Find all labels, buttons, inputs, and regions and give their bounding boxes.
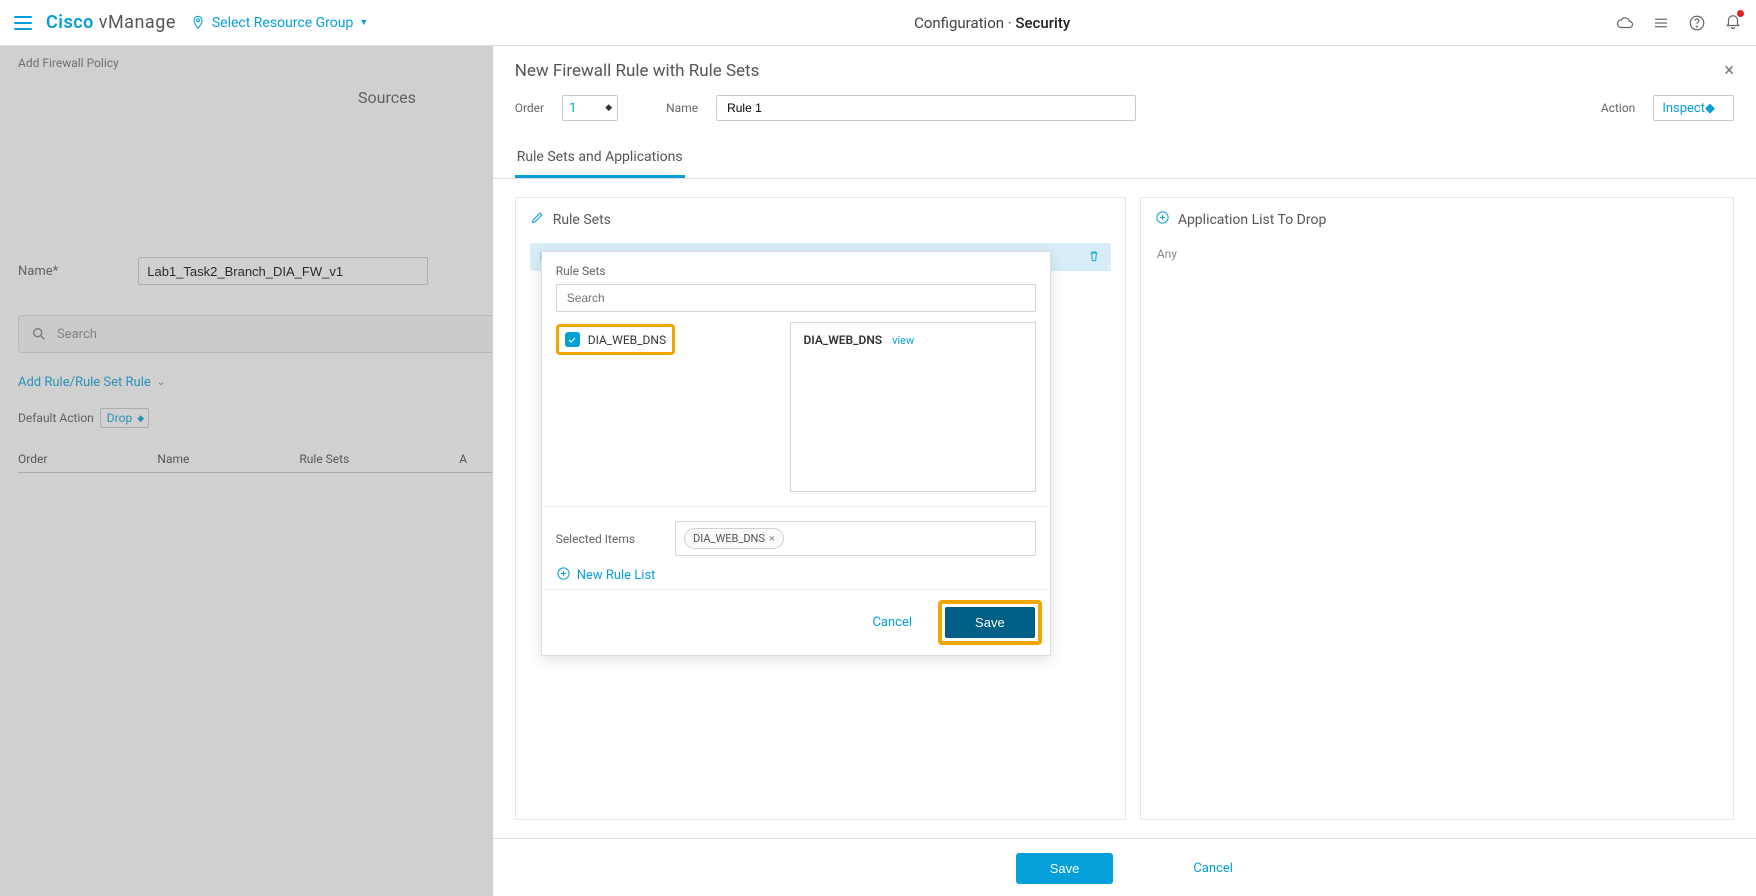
caret-down-icon: ▼ [359,17,368,28]
plus-circle-icon-2 [556,566,571,585]
topbar-right [1616,12,1742,34]
sheet-save-label: Save [1050,861,1080,876]
sheet-body: Rule Sets DIA_WEB_DNS Application List T… [493,179,1756,838]
cloud-icon[interactable] [1616,14,1634,32]
action-value: Inspect [1662,101,1705,116]
sheet-cancel-label: Cancel [1193,861,1233,876]
breadcrumb-page: Security [1015,14,1070,32]
selected-pill-label: DIA_WEB_DNS [693,532,765,545]
preview-view-link[interactable]: view [892,334,914,347]
sheet-form: Order 1 ◆ Name Action Inspect ◆ [493,87,1756,135]
sheet: New Firewall Rule with Rule Sets × Order… [492,46,1756,896]
popover-title: Rule Sets [556,264,1036,278]
plus-circle-icon[interactable] [1155,210,1170,229]
pencil-icon[interactable] [530,210,545,229]
sheet-footer: Save Cancel [493,838,1756,896]
rule-sets-title: Rule Sets [553,212,611,228]
checkbox-checked[interactable] [565,332,580,347]
popover-item-label: DIA_WEB_DNS [588,333,666,347]
new-rule-list-label: New Rule List [577,568,656,583]
popover-save-label: Save [975,615,1005,630]
ruleset-picker-popover: Rule Sets DIA_WEB_DNS DIA_WEB_DNS view S… [541,251,1051,656]
help-icon[interactable] [1688,14,1706,32]
menu-icon[interactable] [14,16,32,30]
popover-cancel-label: Cancel [872,615,912,630]
sheet-header: New Firewall Rule with Rule Sets × [493,46,1756,87]
sheet-save-button[interactable]: Save [1016,853,1114,884]
popover-cancel-button[interactable]: Cancel [872,615,912,630]
sheet-title: New Firewall Rule with Rule Sets [515,61,760,81]
popover-actions: Cancel Save [542,589,1050,655]
new-rule-list-link[interactable]: New Rule List [542,556,1050,589]
preview-name: DIA_WEB_DNS [803,333,882,347]
selected-pill: DIA_WEB_DNS × [684,528,784,549]
app-list-panel: Application List To Drop Any [1140,197,1734,820]
popover-save-button[interactable]: Save [945,607,1035,638]
resource-group-label: Select Resource Group [212,15,353,31]
order-value: 1 [569,101,576,116]
popover-preview: DIA_WEB_DNS view [790,322,1035,492]
trash-icon[interactable] [1087,249,1101,266]
lines-icon[interactable] [1652,14,1670,32]
rule-sets-header: Rule Sets [530,210,1111,229]
popover-body: DIA_WEB_DNS DIA_WEB_DNS view [542,312,1050,492]
tabbar: Rule Sets and Applications [493,141,1756,179]
sort-icon-2: ◆ [1705,101,1715,116]
breadcrumb: Configuration · Security [914,14,1070,32]
tab-rulesets-applications[interactable]: Rule Sets and Applications [515,141,685,178]
notifications[interactable] [1724,12,1742,34]
brand-bold: Cisco [46,12,94,33]
popover-item-dia-web-dns[interactable]: DIA_WEB_DNS [556,324,675,355]
rule-name-input[interactable] [716,95,1136,121]
selected-items-row: Selected Items DIA_WEB_DNS × [542,506,1050,556]
popover-search-input[interactable] [556,284,1036,312]
popover-list: DIA_WEB_DNS [556,322,777,492]
app-list-title: Application List To Drop [1178,212,1327,228]
topbar-left: Cisco vManage Select Resource Group ▼ [14,12,368,33]
brand: Cisco vManage [46,12,176,33]
sort-icon: ◆ [605,103,612,113]
topbar: Cisco vManage Select Resource Group ▼ Co… [0,0,1756,46]
rule-name-label: Name [666,101,698,115]
selected-items-box: DIA_WEB_DNS × [675,521,1036,556]
tab-label: Rule Sets and Applications [517,149,683,165]
order-label: Order [515,101,544,115]
brand-light: vManage [99,12,176,33]
action-select[interactable]: Inspect ◆ [1653,95,1734,121]
breadcrumb-section: Configuration [914,14,1004,32]
sheet-cancel-button[interactable]: Cancel [1193,861,1233,876]
resource-group-dropdown[interactable]: Select Resource Group ▼ [190,15,368,31]
close-icon[interactable]: × [1724,60,1734,81]
app-list-header: Application List To Drop [1155,210,1719,229]
order-select[interactable]: 1 ◆ [562,95,618,121]
popover-save-highlight: Save [938,600,1042,645]
selected-items-label: Selected Items [556,532,635,546]
pin-icon [190,15,206,31]
remove-pill-icon[interactable]: × [769,532,775,545]
rule-name-label-wrap: Name [666,101,698,115]
notification-dot [1737,10,1744,17]
action-label: Action [1601,101,1635,115]
app-list-any: Any [1155,243,1719,265]
